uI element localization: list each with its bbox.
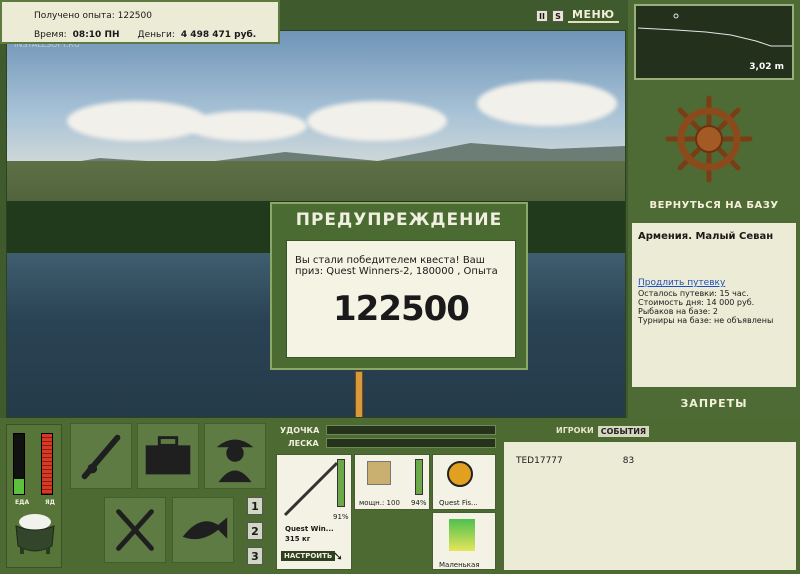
player-name: TED17777	[516, 456, 563, 466]
cloud	[477, 81, 617, 126]
expand-arrow-icon[interactable]: ➘	[333, 549, 343, 563]
line-tension-label: ЛЕСКА	[288, 439, 319, 448]
pause-button[interactable]: II	[536, 9, 548, 22]
players-panel: ИГРОКИ СОБЫТИЯ TED17777 83	[500, 418, 800, 574]
dialog-message: Вы стали победителем квеста! Ваш приз: Q…	[295, 255, 498, 277]
line-name: Quest Fis...	[439, 499, 478, 507]
player-value: 83	[622, 456, 635, 466]
list-item[interactable]: TED17777 83	[516, 456, 784, 466]
reel-percent: 94%	[411, 499, 427, 507]
line-tension-bar	[326, 438, 496, 448]
slot-1-button[interactable]: 1	[247, 497, 263, 515]
line-spool-icon	[447, 461, 473, 487]
bans-button[interactable]: ЗАПРЕТЫ	[632, 397, 796, 410]
fisherman-button[interactable]	[204, 423, 266, 489]
food-meter	[13, 433, 25, 495]
players-list: TED17777 83	[504, 442, 796, 570]
rod-tension-bar	[326, 425, 496, 435]
base-info-line: Осталось путевки: 15 час.	[638, 289, 749, 298]
tab-events[interactable]: СОБЫТИЯ	[597, 426, 650, 437]
cloud	[307, 101, 447, 141]
time-label: Время:	[34, 30, 67, 40]
base-info-panel: Армения. Малый Севан Продлить путевку Ос…	[632, 223, 796, 387]
rod-weight: 315 кг	[285, 535, 311, 543]
ship-wheel-icon[interactable]	[664, 94, 754, 184]
reel-power: мощн.: 100	[359, 499, 400, 507]
fishing-rod	[355, 371, 363, 417]
menu-button[interactable]: МЕНЮ	[568, 8, 619, 23]
dialog-title: ПРЕДУПРЕЖДЕНИЕ	[295, 210, 503, 230]
rod-condition-bar	[337, 459, 345, 507]
base-info-line: Рыбаков на базе: 2	[638, 307, 718, 316]
sound-button[interactable]: S	[552, 9, 564, 22]
money-value: 4 498 471 руб.	[180, 30, 257, 40]
extend-permit-link[interactable]: Продлить путевку	[638, 278, 790, 288]
base-info-line: Турниры на базе: не объявлены	[638, 316, 774, 325]
reel-condition-bar	[415, 459, 423, 495]
food-label: ЕДА	[15, 499, 30, 506]
rod-tool-button[interactable]	[70, 423, 132, 489]
depth-value: 3,02 m	[749, 62, 784, 72]
xp-value: 122500	[117, 11, 152, 21]
dialog-body: Вы стали победителем квеста! Ваш приз: Q…	[286, 240, 516, 358]
rod-slot[interactable]: 91% Quest Win... 315 кг НАСТРОИТЬ ➘	[276, 454, 352, 570]
money-label: Деньги:	[137, 30, 175, 40]
line-slot[interactable]: Quest Fis...	[432, 454, 496, 510]
stats-panel: Получено опыта: 122500 Время: 08:10 ПН Д…	[0, 0, 280, 44]
reel-icon	[367, 461, 391, 485]
lure-icon	[449, 519, 475, 551]
slot-2-button[interactable]: 2	[247, 522, 263, 540]
tackle-box-button[interactable]	[137, 423, 199, 489]
fish-keepnet-button[interactable]	[172, 497, 234, 563]
poison-label: ЯД	[45, 499, 55, 506]
gear-panel: УДОЧКА ЛЕСКА 91% Quest Win... 315 кг НАС…	[274, 420, 498, 572]
rod-percent: 91%	[333, 513, 349, 521]
dialog-score: 122500	[333, 289, 470, 329]
time-value: 08:10 ПН	[72, 30, 120, 40]
return-to-base-button[interactable]: ВЕРНУТЬСЯ НА БАЗУ	[632, 200, 796, 211]
rod-icon	[283, 461, 339, 517]
depth-sounder: 3,02 m	[634, 4, 794, 80]
setup-button[interactable]: НАСТРОИТЬ	[281, 551, 336, 561]
tab-players[interactable]: ИГРОКИ	[556, 426, 594, 437]
poison-meter	[41, 433, 53, 495]
food-pot-icon[interactable]	[10, 510, 60, 556]
reel-slot[interactable]: мощн.: 100 94%	[354, 454, 430, 510]
top-buttons: II S МЕНЮ	[536, 8, 619, 23]
lure-name: Маленькая	[439, 561, 480, 569]
cooking-button[interactable]	[104, 497, 166, 563]
rod-tension-label: УДОЧКА	[280, 426, 320, 435]
lure-slot[interactable]: Маленькая	[432, 512, 496, 570]
slot-3-button[interactable]: 3	[247, 547, 263, 565]
cloud	[67, 101, 207, 141]
warning-dialog[interactable]: ПРЕДУПРЕЖДЕНИЕ Вы стали победителем квес…	[270, 202, 528, 370]
xp-label: Получено опыта:	[34, 11, 115, 21]
base-info-line: Стоимость дня: 14 000 руб.	[638, 298, 755, 307]
rod-name: Quest Win...	[285, 525, 334, 533]
cloud	[187, 111, 307, 141]
location-name: Армения. Малый Севан	[638, 231, 774, 242]
